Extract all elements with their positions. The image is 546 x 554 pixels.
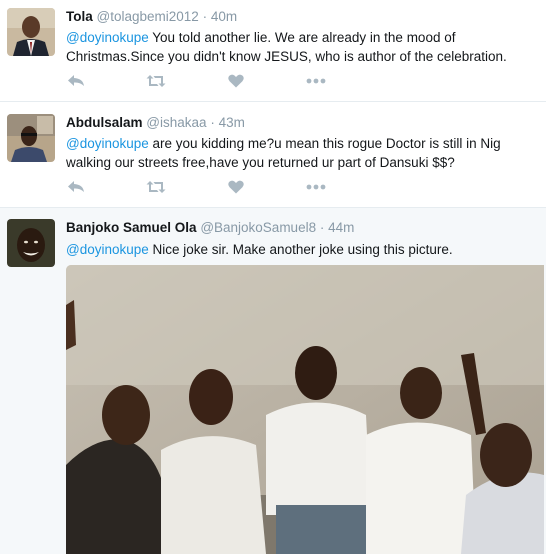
- like-button[interactable]: [224, 71, 248, 91]
- like-icon: [228, 74, 244, 88]
- separator: ·: [202, 9, 208, 24]
- tweet[interactable]: Tola @tolagbemi2012 · 40m @doyinokupe Yo…: [0, 0, 546, 102]
- tweet-actions: [66, 71, 346, 91]
- mention-link[interactable]: @doyinokupe: [66, 242, 149, 257]
- author-name[interactable]: Banjoko Samuel Ola: [66, 220, 197, 235]
- reply-icon: [68, 75, 84, 86]
- avatar[interactable]: [7, 219, 55, 267]
- tweet-body: Nice joke sir. Make another joke using t…: [148, 242, 453, 257]
- retweet-button[interactable]: [144, 177, 168, 197]
- tweet-text: @doyinokupe Nice joke sir. Make another …: [66, 240, 536, 259]
- tweet-text: @doyinokupe You told another lie. We are…: [66, 28, 536, 66]
- author-name[interactable]: Tola: [66, 9, 93, 24]
- more-icon: [306, 184, 326, 190]
- reply-icon: [68, 181, 84, 192]
- mention-link[interactable]: @doyinokupe: [66, 136, 149, 151]
- more-button[interactable]: [304, 71, 328, 91]
- timestamp[interactable]: 43m: [219, 115, 245, 130]
- author-handle[interactable]: @ishakaa: [146, 115, 206, 130]
- retweet-button[interactable]: [144, 71, 168, 91]
- author-name[interactable]: Abdulsalam: [66, 115, 143, 130]
- author-handle[interactable]: @tolagbemi2012: [97, 9, 199, 24]
- tweet-text: @doyinokupe are you kidding me?u mean th…: [66, 134, 536, 172]
- more-icon: [306, 78, 326, 84]
- like-button[interactable]: [224, 177, 248, 197]
- reply-button[interactable]: [64, 71, 88, 91]
- tweet[interactable]: Banjoko Samuel Ola @BanjokoSamuel8 · 44m…: [0, 208, 546, 554]
- retweet-icon: [146, 75, 166, 87]
- tweet[interactable]: Abdulsalam @ishakaa · 43m @doyinokupe ar…: [0, 102, 546, 208]
- attached-photo[interactable]: [66, 265, 544, 554]
- timestamp[interactable]: 40m: [211, 9, 237, 24]
- author-handle[interactable]: @BanjokoSamuel8: [200, 220, 316, 235]
- timestamp[interactable]: 44m: [328, 220, 354, 235]
- separator: ·: [210, 115, 215, 130]
- tweet-actions: [66, 177, 346, 197]
- separator: ·: [319, 220, 325, 235]
- avatar[interactable]: [7, 114, 55, 162]
- avatar[interactable]: [7, 8, 55, 56]
- like-icon: [228, 180, 244, 194]
- retweet-icon: [146, 181, 166, 193]
- mention-link[interactable]: @doyinokupe: [66, 30, 149, 45]
- reply-button[interactable]: [64, 177, 88, 197]
- more-button[interactable]: [304, 177, 328, 197]
